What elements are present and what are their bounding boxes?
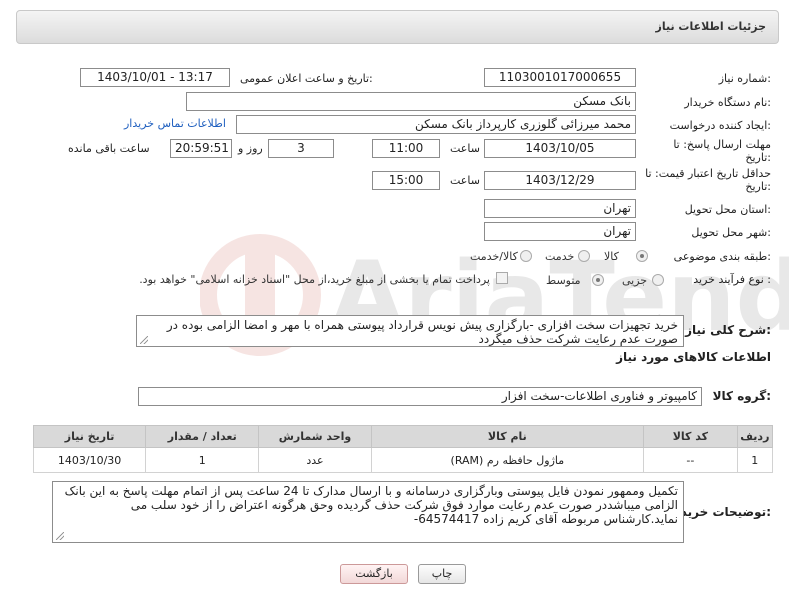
category-radio-both[interactable] bbox=[520, 250, 532, 262]
col-name: نام کالا bbox=[370, 425, 645, 448]
category-option-service: خدمت bbox=[545, 250, 575, 263]
back-button[interactable]: بازگشت bbox=[340, 564, 408, 584]
col-row: ردیف bbox=[736, 425, 774, 448]
resize-grip-icon[interactable] bbox=[56, 532, 64, 540]
description-label: شرح کلی نیاز: bbox=[685, 323, 771, 337]
buyer-notes-text: تکمیل وممهور نمودن فایل پیوستی وبارگزاری… bbox=[64, 484, 678, 526]
process-label: نوع فرآیند خرید : bbox=[693, 273, 771, 286]
resize-grip-icon[interactable] bbox=[140, 336, 148, 344]
description-text: خرید تجهیزات سخت افزاری -بارگزاری پیش نو… bbox=[166, 318, 678, 346]
cell-code: -- bbox=[643, 447, 738, 473]
need-number-label: شماره نیاز: bbox=[718, 72, 771, 85]
buyer-org-label: نام دستگاه خریدار: bbox=[684, 96, 771, 109]
requester-field: محمد میرزائی گلوزری کارپرداز بانک مسکن bbox=[236, 115, 636, 134]
cell-qty: 1 bbox=[145, 447, 260, 473]
goods-group-field: کامپیوتر و فناوری اطلاعات-سخت افزار bbox=[138, 387, 702, 406]
buyer-contact-link[interactable]: اطلاعات تماس خریدار bbox=[124, 117, 226, 130]
province-field: تهران bbox=[484, 199, 636, 218]
need-number-field: 1103001017000655 bbox=[484, 68, 636, 87]
days-field: 3 bbox=[268, 139, 334, 158]
reply-deadline-label: مهلت ارسال پاسخ: تا bbox=[673, 138, 771, 151]
buyer-org-field: بانک مسکن bbox=[186, 92, 636, 111]
process-radio-minor[interactable] bbox=[652, 274, 664, 286]
remaining-time-field: 20:59:51 bbox=[170, 139, 232, 158]
price-validity-label-date: تاریخ: bbox=[745, 180, 771, 193]
col-qty: تعداد / مقدار bbox=[145, 425, 260, 448]
process-option-minor: جزیی bbox=[622, 274, 648, 287]
process-option-medium: متوسط bbox=[546, 274, 581, 287]
treasury-payment-checkbox[interactable] bbox=[496, 272, 508, 284]
header-panel: جزئیات اطلاعات نیاز bbox=[16, 10, 779, 44]
process-radio-medium[interactable] bbox=[592, 274, 604, 286]
category-label: طبقه بندی موضوعی: bbox=[673, 250, 771, 263]
col-date: تاریخ نیاز bbox=[32, 425, 147, 448]
cell-row: 1 bbox=[736, 447, 774, 473]
requester-label: ایجاد کننده درخواست: bbox=[669, 119, 771, 132]
goods-table: ردیف کد کالا نام کالا واحد شمارش تعداد /… bbox=[32, 425, 774, 473]
category-radio-service[interactable] bbox=[578, 250, 590, 262]
category-option-goods: کالا bbox=[604, 250, 619, 263]
category-option-both: کالا/خدمت bbox=[470, 250, 518, 263]
province-label: استان محل تحویل: bbox=[684, 203, 771, 216]
category-radio-goods[interactable] bbox=[636, 250, 648, 262]
announce-field: 1403/10/01 - 13:17 bbox=[80, 68, 230, 87]
goods-group-label: گروه کالا: bbox=[712, 389, 771, 403]
buyer-notes-label: توضیحات خریدار: bbox=[669, 505, 771, 519]
price-date-field: 1403/12/29 bbox=[484, 171, 636, 190]
city-field: تهران bbox=[484, 222, 636, 241]
reply-time-label: ساعت bbox=[450, 142, 480, 155]
reply-date-field: 1403/10/05 bbox=[484, 139, 636, 158]
print-button[interactable]: چاپ bbox=[418, 564, 466, 584]
goods-section-title: اطلاعات کالاهای مورد نیاز bbox=[616, 350, 771, 364]
col-unit: واحد شمارش bbox=[258, 425, 372, 448]
price-time-label: ساعت bbox=[450, 174, 480, 187]
treasury-payment-note: پرداخت تمام یا بخشی از مبلغ خرید،از محل … bbox=[139, 273, 490, 286]
price-time-field: 15:00 bbox=[372, 171, 440, 190]
reply-time-field: 11:00 bbox=[372, 139, 440, 158]
price-validity-label: حداقل تاریخ اعتبار قیمت: تا bbox=[645, 167, 771, 180]
reply-deadline-label-date: تاریخ: bbox=[745, 151, 771, 164]
cell-name: ماژول حافظه رم (RAM) bbox=[370, 447, 645, 473]
days-label: روز و bbox=[238, 142, 263, 155]
city-label: شهر محل تحویل: bbox=[691, 226, 771, 239]
announce-label: تاریخ و ساعت اعلان عمومی: bbox=[240, 72, 373, 85]
cell-unit: عدد bbox=[258, 447, 372, 473]
cell-date: 1403/10/30 bbox=[32, 447, 147, 473]
table-row: 1 -- ماژول حافظه رم (RAM) عدد 1 1403/10/… bbox=[32, 447, 774, 473]
remaining-label: ساعت باقی مانده bbox=[68, 142, 150, 155]
col-code: کد کالا bbox=[643, 425, 738, 448]
description-textarea[interactable]: خرید تجهیزات سخت افزاری -بارگزاری پیش نو… bbox=[136, 315, 684, 347]
buyer-notes-textarea[interactable]: تکمیل وممهور نمودن فایل پیوستی وبارگزاری… bbox=[52, 481, 684, 543]
page-title: جزئیات اطلاعات نیاز bbox=[655, 20, 767, 33]
